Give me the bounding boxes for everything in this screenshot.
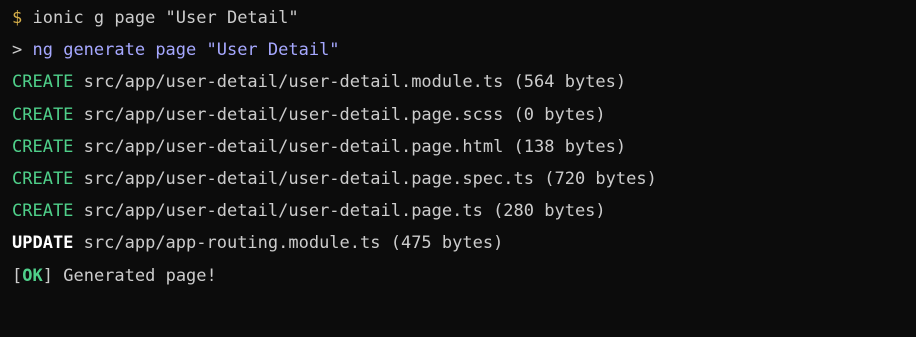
update-line: UPDATE src/app/app-routing.module.ts (47…: [12, 227, 916, 259]
file-path: src/app/user-detail/user-detail.page.scs…: [83, 104, 606, 125]
create-line: CREATE src/app/user-detail/user-detail.p…: [12, 131, 916, 163]
file-path: src/app/user-detail/user-detail.page.spe…: [83, 168, 657, 189]
terminal-output: $ ionic g page "User Detail" > ng genera…: [0, 0, 916, 337]
update-label: UPDATE: [12, 233, 74, 254]
create-label: CREATE: [12, 201, 74, 222]
file-path: src/app/user-detail/user-detail.module.t…: [83, 72, 627, 93]
create-label: CREATE: [12, 104, 74, 125]
create-line: CREATE src/app/user-detail/user-detail.m…: [12, 66, 916, 98]
command-text: ionic g page "User Detail": [32, 8, 299, 28]
status-message: Generated page!: [63, 265, 217, 286]
create-label: CREATE: [12, 168, 74, 189]
file-path: src/app/user-detail/user-detail.page.ts …: [83, 201, 606, 222]
command-line: $ ionic g page "User Detail": [12, 2, 916, 34]
ng-command-line: > ng generate page "User Detail": [12, 34, 916, 66]
prompt-symbol: $: [12, 8, 23, 28]
output-marker: >: [12, 40, 23, 61]
status-open-bracket: [: [12, 265, 23, 286]
create-line: CREATE src/app/user-detail/user-detail.p…: [12, 163, 916, 195]
ng-command-text: ng generate page "User Detail": [32, 40, 340, 61]
create-label: CREATE: [12, 72, 74, 93]
status-close-bracket: ]: [42, 265, 53, 286]
file-path: src/app/app-routing.module.ts (475 bytes…: [83, 233, 504, 254]
ok-badge: OK: [22, 265, 43, 286]
status-line: [OK] Generated page!: [12, 260, 916, 292]
file-path: src/app/user-detail/user-detail.page.htm…: [83, 136, 627, 157]
create-line: CREATE src/app/user-detail/user-detail.p…: [12, 195, 916, 227]
create-line: CREATE src/app/user-detail/user-detail.p…: [12, 99, 916, 131]
create-label: CREATE: [12, 136, 74, 157]
